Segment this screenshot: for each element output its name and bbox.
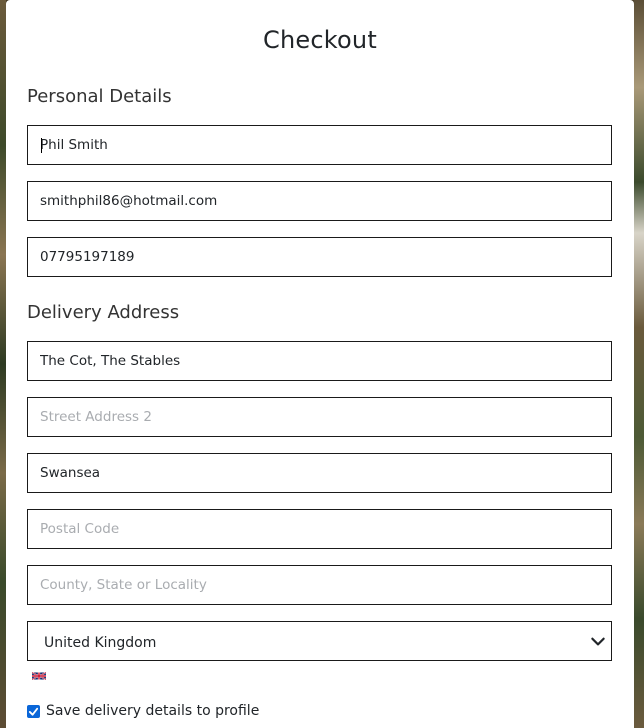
phone-input[interactable] <box>28 238 611 276</box>
save-details-checkbox[interactable] <box>27 704 40 718</box>
full-name-input[interactable] <box>28 126 611 164</box>
email-input[interactable] <box>28 182 611 220</box>
text-cursor <box>41 138 42 153</box>
page-title: Checkout <box>263 26 377 54</box>
checkmark-icon <box>28 707 39 716</box>
street-address-1-input[interactable] <box>28 342 611 380</box>
town-field[interactable] <box>27 453 612 493</box>
street-address-2-field[interactable] <box>27 397 612 437</box>
chevron-down-icon <box>591 637 605 646</box>
full-name-field[interactable] <box>27 125 612 165</box>
street-address-1-field[interactable] <box>27 341 612 381</box>
country-select-value: United Kingdom <box>44 635 157 651</box>
personal-details-heading: Personal Details <box>27 86 172 107</box>
town-input[interactable] <box>28 454 611 492</box>
save-details-row[interactable]: Save delivery details to profile <box>27 703 259 719</box>
delivery-address-heading: Delivery Address <box>27 302 180 323</box>
save-details-label: Save delivery details to profile <box>46 703 260 719</box>
postal-code-input[interactable] <box>28 510 611 548</box>
street-address-2-input[interactable] <box>28 398 611 436</box>
county-input[interactable] <box>28 566 611 604</box>
uk-flag-icon <box>32 671 46 681</box>
country-select[interactable]: United Kingdom <box>27 621 612 661</box>
postal-code-field[interactable] <box>27 509 612 549</box>
background-right-edge <box>634 0 644 728</box>
checkout-card: Checkout Personal Details Delivery Addre… <box>6 0 634 728</box>
phone-field[interactable] <box>27 237 612 277</box>
email-field[interactable] <box>27 181 612 221</box>
county-field[interactable] <box>27 565 612 605</box>
